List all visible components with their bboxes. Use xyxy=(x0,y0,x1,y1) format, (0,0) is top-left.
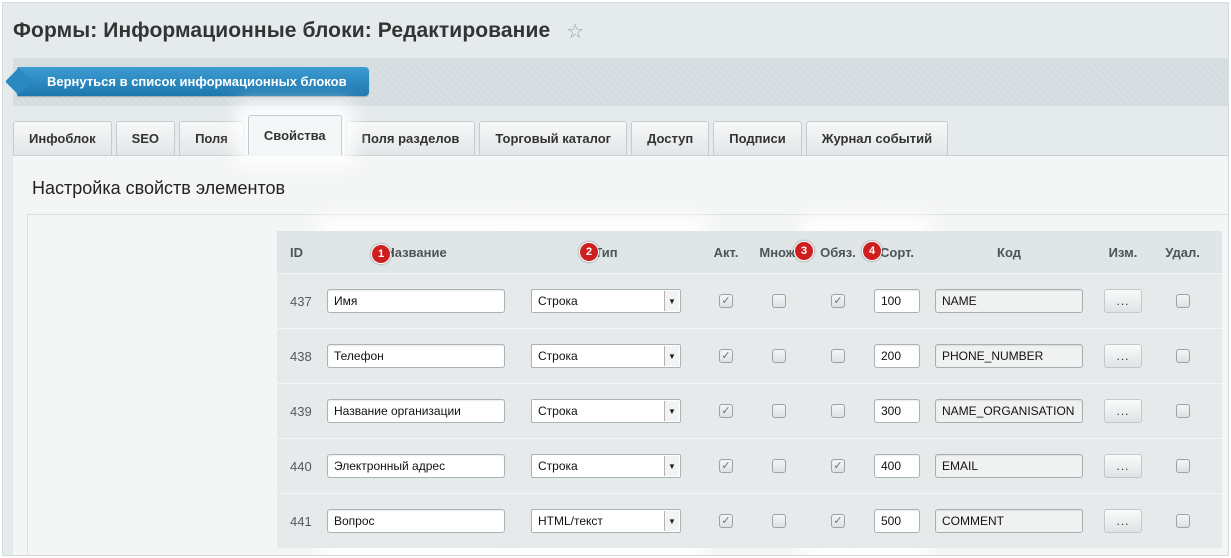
property-name-input[interactable]: Электронный адрес xyxy=(327,454,505,478)
tab-captions[interactable]: Подписи xyxy=(713,121,802,155)
chevron-down-icon[interactable]: ▼ xyxy=(664,456,679,476)
chevron-down-icon[interactable]: ▼ xyxy=(664,511,679,531)
table-row: 441 Вопрос HTML/текст ▼ ✓ ✓ 500 COMMENT... xyxy=(277,493,1222,548)
required-checkbox[interactable]: ✓ xyxy=(831,294,845,308)
page-frame: Формы: Информационные блоки: Редактирова… xyxy=(2,2,1229,556)
star-icon[interactable]: ☆ xyxy=(566,19,584,44)
property-type-value: Строка xyxy=(538,404,578,418)
property-name-input[interactable]: Вопрос xyxy=(327,509,505,533)
property-name-input[interactable]: Имя xyxy=(327,289,505,313)
delete-checkbox[interactable] xyxy=(1175,514,1190,528)
header-id: ID xyxy=(290,244,303,260)
header: Формы: Информационные блоки: Редактирова… xyxy=(13,15,584,47)
chevron-down-icon[interactable]: ▼ xyxy=(664,346,679,366)
tab-fields[interactable]: Поля xyxy=(179,121,244,155)
property-name-input[interactable]: Название организации xyxy=(327,399,505,423)
edit-property-button[interactable]: ... xyxy=(1104,509,1142,533)
header-active: Акт. xyxy=(713,244,739,260)
properties-table: 1 2 3 4 ID Название Тип Акт. Множ. Обяз.… xyxy=(277,231,1222,548)
tab-section-fields[interactable]: Поля разделов xyxy=(345,121,476,155)
tab-infoblock[interactable]: Инфоблок xyxy=(13,121,112,155)
row-id: 437 xyxy=(290,293,312,309)
required-checkbox[interactable]: ✓ xyxy=(831,514,845,528)
row-id: 438 xyxy=(290,348,312,364)
delete-checkbox[interactable] xyxy=(1175,349,1190,363)
tab-seo[interactable]: SEO xyxy=(115,121,176,155)
badge-3: 3 xyxy=(794,241,814,261)
row-id: 439 xyxy=(290,403,312,419)
header-edit: Изм. xyxy=(1108,244,1138,260)
back-to-list-button[interactable]: Вернуться в список информационных блоков xyxy=(17,67,369,96)
required-checkbox[interactable] xyxy=(831,404,845,418)
property-type-value: HTML/текст xyxy=(538,514,603,528)
table-row: 440 Электронный адрес Строка ▼ ✓ ✓ 400 EMAIL... xyxy=(277,438,1222,493)
table-body: 437 Имя Строка ▼ ✓ ✓ 100 NAME... 438 Телефон Строк… xyxy=(277,273,1222,548)
header-name: Название xyxy=(385,244,447,260)
chevron-down-icon[interactable]: ▼ xyxy=(664,291,679,311)
panel-title: Настройка свойств элементов xyxy=(32,178,286,198)
code-input[interactable]: PHONE_NUMBER xyxy=(935,344,1083,368)
code-input[interactable]: EMAIL xyxy=(935,454,1083,478)
tab-bar: Инфоблок SEO Поля Свойства Поля разделов… xyxy=(13,115,949,157)
tab-properties[interactable]: Свойства xyxy=(247,115,342,155)
badge-4: 4 xyxy=(862,241,882,261)
sort-input[interactable]: 100 xyxy=(874,289,920,313)
multiple-checkbox[interactable] xyxy=(772,459,786,473)
header-code: Код xyxy=(997,244,1021,260)
active-checkbox[interactable]: ✓ xyxy=(719,404,733,418)
property-type-select[interactable]: Строка ▼ xyxy=(531,289,681,313)
property-type-select[interactable]: HTML/текст ▼ xyxy=(531,509,681,533)
multiple-checkbox[interactable] xyxy=(772,404,786,418)
chevron-down-icon[interactable]: ▼ xyxy=(664,401,679,421)
delete-checkbox[interactable] xyxy=(1175,404,1190,418)
code-input[interactable]: NAME_ORGANISATION xyxy=(935,399,1083,423)
edit-property-button[interactable]: ... xyxy=(1104,289,1142,313)
code-input[interactable]: COMMENT xyxy=(935,509,1083,533)
active-checkbox[interactable]: ✓ xyxy=(719,349,733,363)
tab-trade-catalog[interactable]: Торговый каталог xyxy=(479,121,628,155)
edit-property-button[interactable]: ... xyxy=(1104,399,1142,423)
page-title: Формы: Информационные блоки: Редактирова… xyxy=(13,19,551,42)
sort-input[interactable]: 500 xyxy=(874,509,920,533)
sort-input[interactable]: 400 xyxy=(874,454,920,478)
delete-checkbox[interactable] xyxy=(1175,459,1190,473)
multiple-checkbox[interactable] xyxy=(772,514,786,528)
active-checkbox[interactable]: ✓ xyxy=(719,294,733,308)
property-type-value: Строка xyxy=(538,349,578,363)
sort-input[interactable]: 300 xyxy=(874,399,920,423)
table-row: 439 Название организации Строка ▼ ✓ 300 NAME_O… xyxy=(277,383,1222,438)
active-checkbox[interactable]: ✓ xyxy=(719,459,733,473)
tab-access[interactable]: Доступ xyxy=(631,121,710,155)
header-delete: Удал. xyxy=(1165,244,1200,260)
property-type-select[interactable]: Строка ▼ xyxy=(531,344,681,368)
property-name-input[interactable]: Телефон xyxy=(327,344,505,368)
active-checkbox[interactable]: ✓ xyxy=(719,514,733,528)
property-type-select[interactable]: Строка ▼ xyxy=(531,454,681,478)
required-checkbox[interactable] xyxy=(831,349,845,363)
table-header: ID Название Тип Акт. Множ. Обяз. Сорт. К… xyxy=(277,231,1222,273)
edit-property-button[interactable]: ... xyxy=(1104,344,1142,368)
multiple-checkbox[interactable] xyxy=(772,349,786,363)
sort-input[interactable]: 200 xyxy=(874,344,920,368)
property-type-value: Строка xyxy=(538,459,578,473)
row-id: 441 xyxy=(290,513,312,529)
tab-event-log[interactable]: Журнал событий xyxy=(805,121,949,155)
code-input[interactable]: NAME xyxy=(935,289,1083,313)
header-required: Обяз. xyxy=(820,244,856,260)
badge-1: 1 xyxy=(371,244,391,264)
table-row: 437 Имя Строка ▼ ✓ ✓ 100 NAME... xyxy=(277,273,1222,328)
table-row: 438 Телефон Строка ▼ ✓ 200 PHONE_NUMBER... xyxy=(277,328,1222,383)
multiple-checkbox[interactable] xyxy=(772,294,786,308)
delete-checkbox[interactable] xyxy=(1175,294,1190,308)
row-id: 440 xyxy=(290,458,312,474)
edit-property-button[interactable]: ... xyxy=(1104,454,1142,478)
required-checkbox[interactable]: ✓ xyxy=(831,459,845,473)
property-type-select[interactable]: Строка ▼ xyxy=(531,399,681,423)
property-type-value: Строка xyxy=(538,294,578,308)
header-type: Тип xyxy=(594,244,618,260)
badge-2: 2 xyxy=(579,242,599,262)
